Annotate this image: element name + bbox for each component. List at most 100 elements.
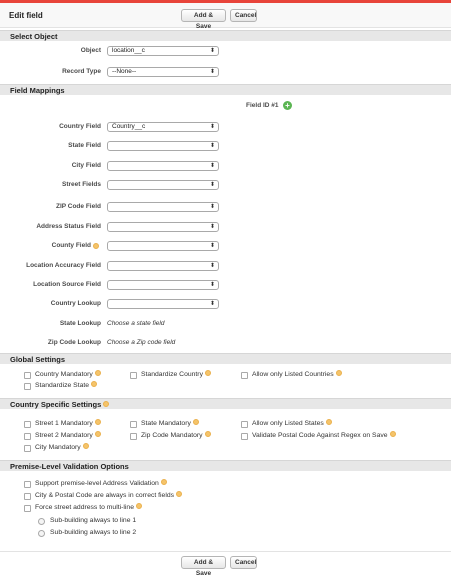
field-label: Location Source Field <box>33 281 101 288</box>
select-value: Country__c <box>112 123 146 130</box>
county-field-select[interactable]: ⬍ <box>107 241 219 251</box>
help-icon[interactable] <box>94 419 101 426</box>
sub-building-line2-radio[interactable] <box>38 530 45 537</box>
select-arrows-icon: ⬍ <box>209 263 215 269</box>
page-title: Edit field <box>9 11 43 20</box>
field-label: City Field <box>71 162 101 169</box>
location-source-field-select[interactable]: ⬍ <box>107 280 219 290</box>
support-premise-validation-checkbox[interactable] <box>24 481 31 488</box>
object-label: Object <box>80 47 101 54</box>
add-field-icon[interactable]: + <box>283 101 292 110</box>
help-icon[interactable] <box>204 431 211 438</box>
zip-lookup-label: Zip Code Lookup <box>47 339 101 346</box>
help-icon[interactable] <box>82 443 89 450</box>
checkbox-label: City & Postal Code are always in correct… <box>35 491 183 499</box>
option-text: Country Mandatory <box>35 371 93 378</box>
section-global-settings: Global Settings <box>0 353 451 364</box>
section-title: Select Object <box>10 32 58 41</box>
object-select[interactable]: location__c ⬍ <box>107 46 219 56</box>
section-country-specific-settings: Country Specific Settings <box>0 398 451 409</box>
standardize-country-checkbox[interactable] <box>130 372 137 379</box>
help-icon[interactable] <box>325 419 332 426</box>
option-text: Zip Code Mandatory <box>141 432 203 439</box>
help-icon[interactable] <box>94 370 101 377</box>
add-save-button[interactable]: Add & Save <box>181 9 226 30</box>
city-mandatory-checkbox[interactable] <box>24 445 31 452</box>
city-field-select[interactable]: ⬍ <box>107 161 219 171</box>
select-value: --None-- <box>112 68 137 75</box>
help-icon[interactable] <box>335 370 342 377</box>
option-text: City Mandatory <box>35 444 81 451</box>
address-status-field-select[interactable]: ⬍ <box>107 222 219 232</box>
field-label: Country Field <box>59 123 101 130</box>
field-label: ZIP Code Field <box>55 203 101 210</box>
select-arrows-icon: ⬍ <box>209 48 215 54</box>
field-id-label: Field ID #1 <box>246 102 279 109</box>
state-field-select[interactable]: ⬍ <box>107 141 219 151</box>
street1-mandatory-checkbox[interactable] <box>24 421 31 428</box>
standardize-state-checkbox[interactable] <box>24 383 31 390</box>
select-arrows-icon: ⬍ <box>209 182 215 188</box>
help-icon[interactable] <box>192 419 199 426</box>
field-label: Country Lookup <box>50 300 101 307</box>
field-label: County Field <box>51 242 91 249</box>
help-icon[interactable] <box>103 401 110 408</box>
section-title-text: Country Specific Settings <box>10 400 102 409</box>
country-mandatory-checkbox[interactable] <box>24 372 31 379</box>
section-field-mappings: Field Mappings <box>0 84 451 95</box>
help-icon[interactable] <box>160 479 167 486</box>
street2-mandatory-checkbox[interactable] <box>24 433 31 440</box>
location-accuracy-field-select[interactable]: ⬍ <box>107 261 219 271</box>
country-lookup-select[interactable]: ⬍ <box>107 299 219 309</box>
select-arrows-icon: ⬍ <box>209 243 215 249</box>
field-label: State Field <box>68 142 101 149</box>
radio-label: Sub-building always to line 1 <box>50 517 137 524</box>
help-icon[interactable] <box>91 381 98 388</box>
option-text: Validate Postal Code Against Regex on Sa… <box>252 432 388 439</box>
street-fields-select[interactable]: ⬍ <box>107 180 219 190</box>
option-text: Support premise-level Address Validation <box>35 480 159 487</box>
checkbox-label: Standardize State <box>35 381 98 389</box>
select-arrows-icon: ⬍ <box>209 143 215 149</box>
record-type-select[interactable]: --None-- ⬍ <box>107 67 219 77</box>
option-text: Force street address to multi-line <box>35 504 134 511</box>
help-icon[interactable] <box>176 491 183 498</box>
checkbox-label: Allow only Listed Countries <box>252 370 342 378</box>
option-text: Allow only Listed States <box>252 420 324 427</box>
option-text: State Mandatory <box>141 420 191 427</box>
footer-add-save-button[interactable]: Add & Save <box>181 556 226 576</box>
help-icon[interactable] <box>135 503 142 510</box>
sub-building-line1-radio[interactable] <box>38 518 45 525</box>
help-icon[interactable] <box>204 370 211 377</box>
field-label: Location Accuracy Field <box>26 262 101 269</box>
checkbox-label: Country Mandatory <box>35 370 101 378</box>
zip-lookup-value: Choose a Zip code field <box>107 339 176 346</box>
footer-cancel-button[interactable]: Cancel <box>230 556 257 569</box>
help-icon[interactable] <box>94 431 101 438</box>
validate-postal-code-checkbox[interactable] <box>241 433 248 440</box>
section-title: Field Mappings <box>10 86 65 95</box>
force-multiline-checkbox[interactable] <box>24 505 31 512</box>
footer-divider <box>0 551 451 552</box>
zip-code-field-select[interactable]: ⬍ <box>107 202 219 212</box>
help-icon[interactable] <box>93 243 99 249</box>
zip-code-mandatory-checkbox[interactable] <box>130 433 137 440</box>
city-postal-correct-checkbox[interactable] <box>24 493 31 500</box>
section-title: Global Settings <box>10 355 66 364</box>
help-icon[interactable] <box>389 431 396 438</box>
section-title: Country Specific Settings <box>10 400 110 409</box>
checkbox-label: Force street address to multi-line <box>35 503 142 511</box>
page-header: Edit field Add & Save Cancel <box>0 3 451 30</box>
cancel-button[interactable]: Cancel <box>230 9 257 22</box>
country-field-select[interactable]: Country__c ⬍ <box>107 122 219 132</box>
state-mandatory-checkbox[interactable] <box>130 421 137 428</box>
allow-listed-states-checkbox[interactable] <box>241 421 248 428</box>
section-premise-level-validation: Premise-Level Validation Options <box>0 460 451 471</box>
select-arrows-icon: ⬍ <box>209 224 215 230</box>
allow-listed-countries-checkbox[interactable] <box>241 372 248 379</box>
state-lookup-label: State Lookup <box>59 320 101 327</box>
field-label: Street Fields <box>61 181 101 188</box>
field-label: Address Status Field <box>36 223 101 230</box>
checkbox-label: Allow only Listed States <box>252 419 332 427</box>
checkbox-label: Street 1 Mandatory <box>35 419 101 427</box>
